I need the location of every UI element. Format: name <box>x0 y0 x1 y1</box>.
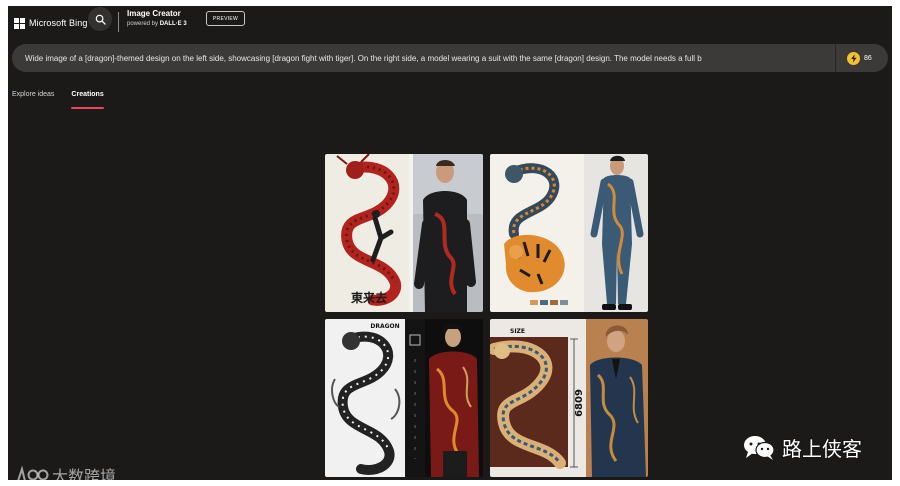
image-3-panel-text: DRAGON <box>370 323 399 330</box>
image-4-vertical-text: 6809 <box>574 389 585 417</box>
tabs: Explore ideas Creations <box>12 91 121 113</box>
prompt-bar: Wide image of a [dragon]-themed design o… <box>12 44 888 72</box>
brand-name: Microsoft Bing <box>29 18 88 28</box>
generated-image-2[interactable] <box>490 154 648 312</box>
image-4-panel-text: SIZE <box>510 328 525 335</box>
search-button[interactable] <box>88 7 112 31</box>
image-creator-app: Microsoft Bing Image Creator powered by … <box>8 6 892 480</box>
tab-creations[interactable]: Creations <box>71 91 105 111</box>
image-3-artwork: DRAGON <box>325 319 483 477</box>
lightning-bolt-icon <box>847 51 860 65</box>
prompt-input[interactable]: Wide image of a [dragon]-themed design o… <box>12 44 835 72</box>
microsoft-bing-logo[interactable]: Microsoft Bing <box>14 13 87 33</box>
generated-image-4[interactable]: SIZE 6809 <box>490 319 648 477</box>
watermark-left-text: 大数跨境 <box>52 467 117 480</box>
image-1-artwork: 東来去 <box>325 154 483 312</box>
boost-counter[interactable]: 86 <box>836 44 888 72</box>
tab-explore-ideas[interactable]: Explore ideas <box>12 91 54 111</box>
boost-count: 86 <box>864 54 872 62</box>
product-subtitle: powered by DALL·E 3 <box>127 21 187 28</box>
logo-mark-icon <box>17 466 49 480</box>
header: Microsoft Bing Image Creator powered by … <box>8 6 892 44</box>
model-name: DALL·E 3 <box>159 20 187 27</box>
watermark-right: 路上侠客 <box>742 430 862 464</box>
product-title-block[interactable]: Image Creator powered by DALL·E 3 <box>127 9 187 28</box>
generated-image-3[interactable]: DRAGON <box>325 319 483 477</box>
header-divider <box>118 12 119 32</box>
watermark-right-text: 路上侠客 <box>782 436 862 461</box>
preview-badge: PREVIEW <box>206 11 245 26</box>
wechat-icon <box>744 436 775 460</box>
watermark-left: 大数跨境 <box>16 464 116 480</box>
image-2-artwork <box>490 154 648 312</box>
product-title: Image Creator <box>127 9 181 18</box>
generated-image-1[interactable]: 東来去 <box>325 154 483 312</box>
windows-logo-icon <box>14 17 25 29</box>
search-icon <box>95 14 106 25</box>
image-1-panel-text: 東来去 <box>351 290 387 305</box>
image-4-artwork: SIZE 6809 <box>490 319 648 477</box>
powered-by-label: powered by <box>127 20 160 27</box>
